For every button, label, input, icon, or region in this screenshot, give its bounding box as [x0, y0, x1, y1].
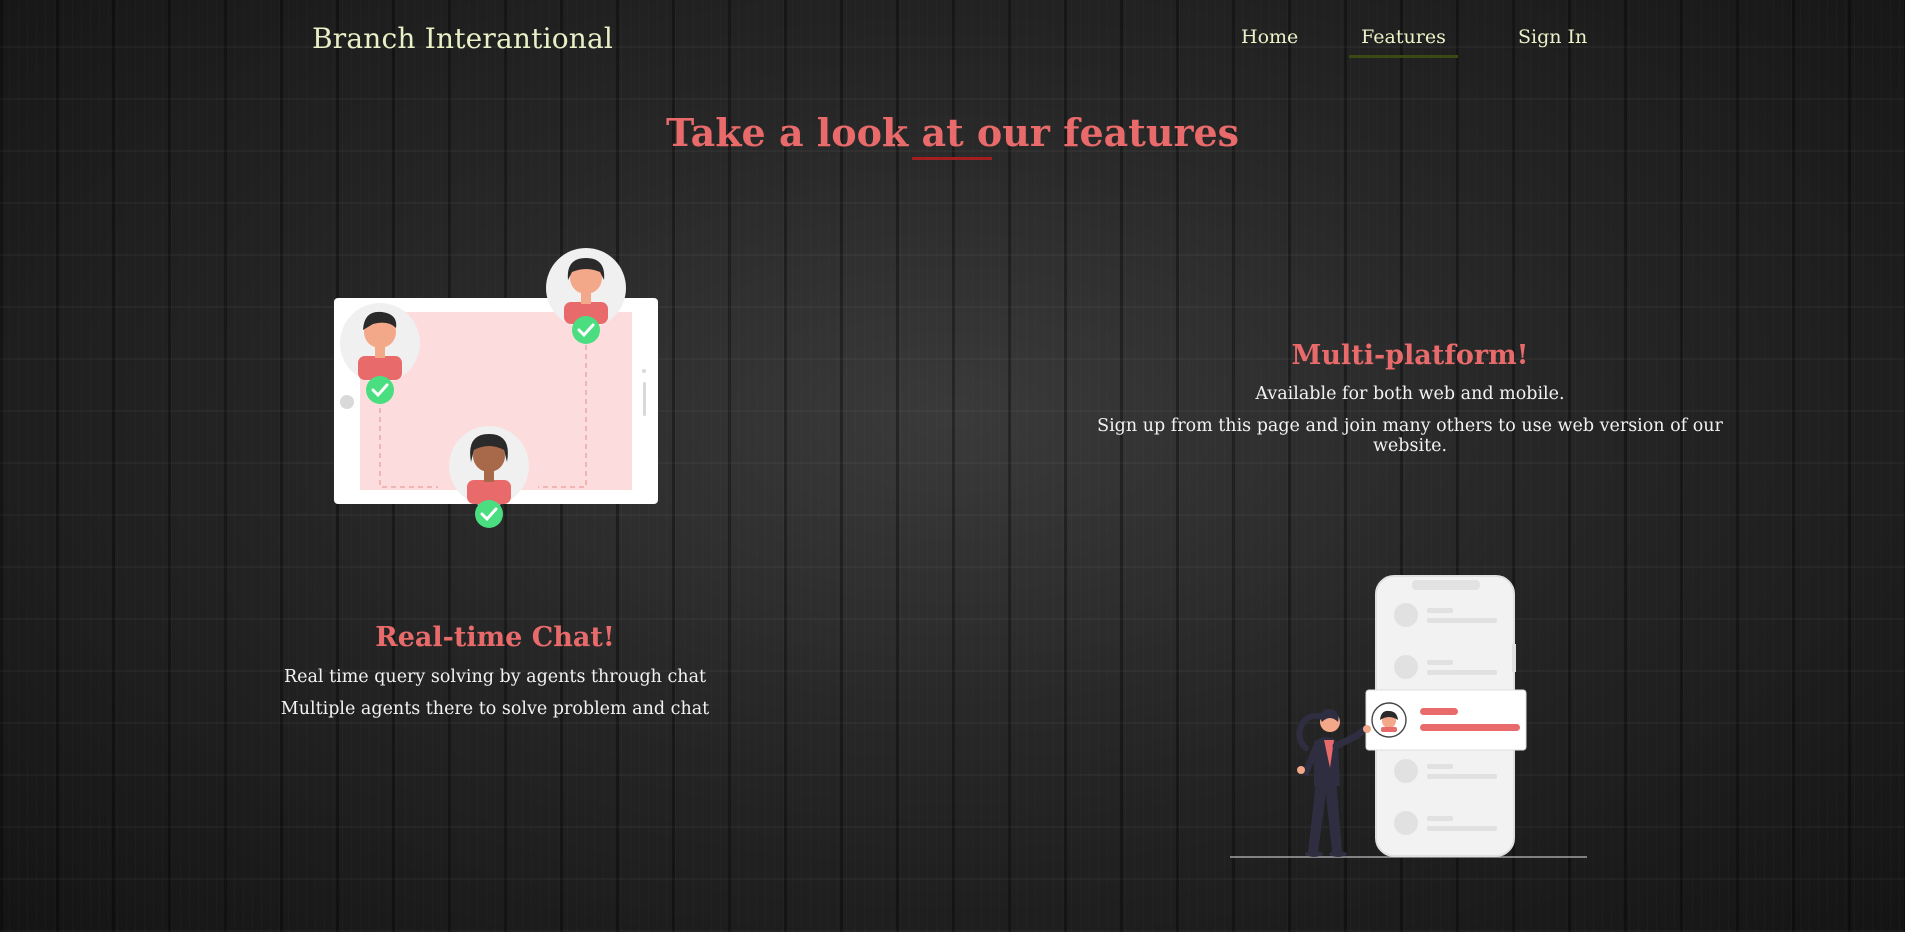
chat-illustration: [328, 242, 668, 546]
avatar-agent-1: [340, 303, 420, 383]
feature-text-multiplatform-2: Sign up from this page and join many oth…: [1097, 416, 1723, 456]
phone-illustration: [1230, 572, 1590, 866]
title-underline: [912, 157, 992, 160]
nav-sign-in[interactable]: Sign In: [1518, 26, 1587, 48]
main-nav: Home Features Sign In: [0, 26, 1905, 66]
nav-features[interactable]: Features: [1349, 26, 1458, 58]
page-title: Take a look at our features: [665, 110, 1240, 155]
feature-text-chat-2: Multiple agents there to solve problem a…: [280, 699, 710, 719]
avatar-agent-3: [449, 426, 529, 506]
feature-title-multiplatform: Multi-platform!: [1291, 340, 1529, 371]
feature-text-multiplatform-1: Available for both web and mobile.: [1255, 384, 1565, 404]
feature-title-chat: Real-time Chat!: [375, 622, 615, 653]
feature-text-chat-1: Real time query solving by agents throug…: [283, 667, 707, 687]
person-figure: [1296, 709, 1371, 857]
nav-home[interactable]: Home: [1241, 26, 1298, 48]
